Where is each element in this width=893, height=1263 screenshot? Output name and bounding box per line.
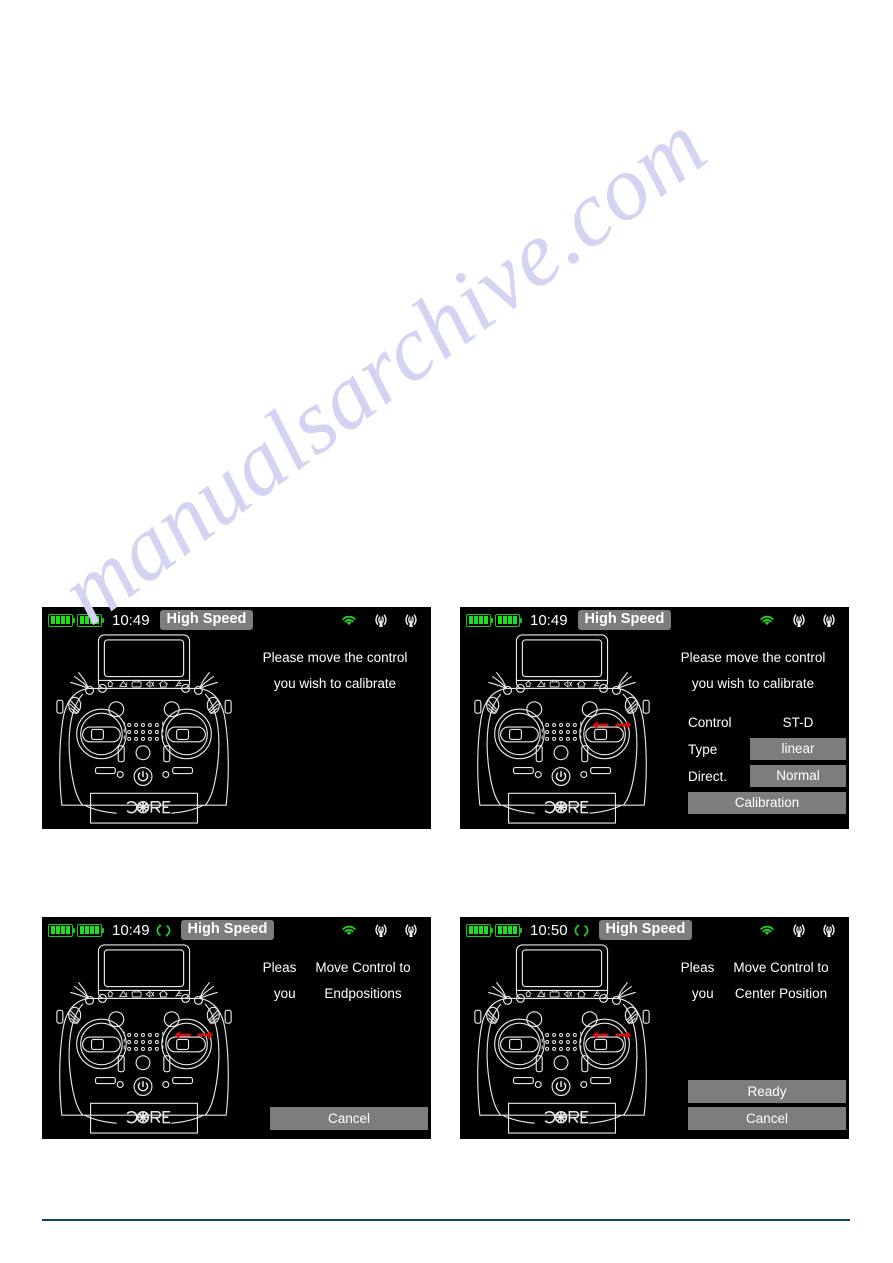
wifi-icon <box>342 615 356 626</box>
clock-label: 10:49 <box>530 611 568 629</box>
mode-badge[interactable]: High Speed <box>577 610 672 630</box>
battery-icon-1 <box>466 923 494 937</box>
antenna-icon <box>405 613 417 627</box>
setting-label: Type <box>688 741 718 757</box>
setting-value[interactable]: Normal <box>750 765 846 787</box>
antenna-icon <box>793 613 805 627</box>
wifi-icon <box>760 615 774 626</box>
prompt-text: Please move the controlyou wish to calib… <box>262 650 408 691</box>
transmitter-illustration <box>56 634 232 824</box>
footer-divider <box>42 1219 850 1221</box>
transmitter-screen-2: 10:49 High Speed Please move the control… <box>460 607 849 829</box>
overlay-message: Move Control to Endpositions <box>297 955 429 1007</box>
action-button-stack: Cancel <box>270 1103 428 1130</box>
transmitter-illustration <box>474 634 650 824</box>
settings-list: Control ST-D Type linear Direct. Normal Calibr… <box>688 711 846 814</box>
action-button-stack: Ready Cancel <box>688 1076 846 1130</box>
transmitter-screen-3: 10:49 High Speed Please you Move Control… <box>42 917 431 1139</box>
ready-button[interactable]: Ready <box>688 1080 846 1103</box>
battery-icon-2 <box>77 613 105 627</box>
antenna-icon <box>375 613 387 627</box>
sync-icon <box>574 923 588 937</box>
antenna-icon <box>823 923 835 937</box>
prompt-text: Please move the controlyou wish to calib… <box>680 650 826 691</box>
setting-value[interactable]: linear <box>750 738 846 760</box>
clock-label: 10:49 <box>112 921 150 939</box>
battery-icon-2 <box>495 923 523 937</box>
mode-badge[interactable]: High Speed <box>159 610 254 630</box>
cancel-button[interactable]: Cancel <box>270 1107 428 1130</box>
gimbal-direction-arrows <box>592 1030 632 1040</box>
setting-label: Control <box>688 714 732 730</box>
figure-grid: 10:49 High Speed Please move the control… <box>0 0 893 1263</box>
transmitter-illustration <box>56 944 232 1134</box>
mode-badge[interactable]: High Speed <box>598 920 693 940</box>
sync-icon <box>156 923 170 937</box>
antenna-icon <box>823 613 835 627</box>
setting-row-control: Control ST-D <box>688 711 846 733</box>
battery-icon-1 <box>48 613 76 627</box>
mode-badge[interactable]: High Speed <box>180 920 275 940</box>
cancel-button[interactable]: Cancel <box>688 1107 846 1130</box>
wifi-icon <box>760 925 774 936</box>
clock-label: 10:49 <box>112 611 150 629</box>
transmitter-screen-1: 10:49 High Speed Please move the control… <box>42 607 431 829</box>
overlay-message: Move Control to Center Position <box>715 955 847 1007</box>
battery-icon-1 <box>466 613 494 627</box>
setting-value: ST-D <box>782 714 814 730</box>
calibration-button[interactable]: Calibration <box>688 792 846 814</box>
antenna-icon <box>375 923 387 937</box>
gimbal-direction-arrows <box>174 1030 214 1040</box>
battery-icon-2 <box>77 923 105 937</box>
setting-row-type: Type linear <box>688 738 846 760</box>
battery-icon-1 <box>48 923 76 937</box>
battery-icon-2 <box>495 613 523 627</box>
antenna-icon <box>793 923 805 937</box>
setting-row-direct: Direct. Normal <box>688 765 846 787</box>
setting-label: Direct. <box>688 768 728 784</box>
antenna-icon <box>405 923 417 937</box>
clock-label: 10:50 <box>530 921 568 939</box>
transmitter-illustration <box>474 944 650 1134</box>
wifi-icon <box>342 925 356 936</box>
gimbal-direction-arrows <box>592 720 632 730</box>
transmitter-screen-4: 10:50 High Speed Please you Move Control… <box>460 917 849 1139</box>
